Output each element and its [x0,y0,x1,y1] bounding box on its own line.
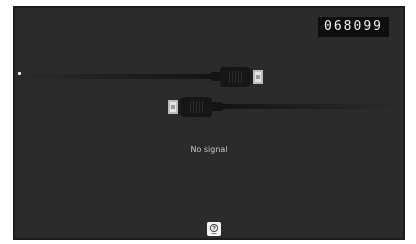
hdmi-cable-icon [15,67,263,87]
help-question-icon [209,223,219,234]
help-button[interactable] [207,222,221,236]
display-frame: 068099 No signal [13,6,405,240]
cables-illustration [15,67,403,117]
right-edge-marker [406,72,409,75]
left-edge-marker [18,72,21,75]
no-signal-message: No signal [190,145,228,154]
screen: 068099 No signal [15,8,403,238]
hdmi-cable-icon [168,97,403,117]
